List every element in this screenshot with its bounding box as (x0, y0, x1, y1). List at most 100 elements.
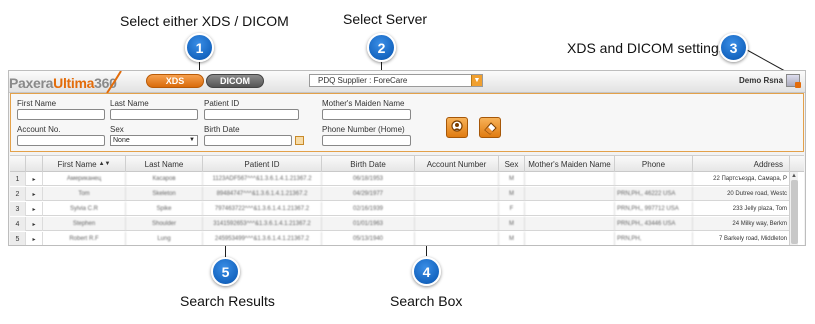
cell-last-name: Lung (126, 232, 203, 245)
expand-icon[interactable]: ▸ (26, 172, 43, 186)
table-row[interactable]: 1 ▸ Американец Касаров 1123ADF567^^^&1.3.6.1… (10, 172, 790, 186)
col-header-expand (26, 156, 43, 172)
scroll-thumb[interactable] (791, 180, 798, 244)
server-select-value: PDQ Supplier : ForeCare (318, 76, 408, 85)
table-row[interactable]: 5 ▸ Robert R.F Lung 245953499^^^&1.3.6.1.4.1… (10, 232, 790, 245)
search-box: First Name Last Name Patient ID Mother's… (10, 93, 804, 152)
search-button[interactable] (446, 117, 468, 138)
last-name-label: Last Name (110, 99, 149, 108)
callout-2-label: Select Server (343, 11, 428, 27)
cell-first-name: Stephen (43, 217, 126, 231)
callout-1-label: Select either XDS / DICOM (120, 13, 289, 29)
table-row[interactable]: 3 ▸ Sylvia C.R Spike 797463722^^^&1.3.6.1.4.… (10, 202, 790, 216)
birth-date-label: Birth Date (204, 125, 240, 134)
col-header-patient-id[interactable]: Patient ID (203, 156, 322, 172)
calendar-icon[interactable] (295, 136, 304, 145)
cell-phone: PRN,PH,, 43446 USA (615, 217, 693, 231)
col-header-row-num (10, 156, 26, 172)
last-name-input[interactable] (110, 109, 198, 120)
row-number: 4 (10, 217, 26, 231)
col-header-birth-date[interactable]: Birth Date (322, 156, 415, 172)
cell-first-name: Tom (43, 187, 126, 201)
cell-last-name: Касаров (126, 172, 203, 186)
col-header-first-name[interactable]: First Name ▲▼ (43, 156, 126, 172)
cell-account-number (415, 217, 499, 231)
birth-date-input[interactable] (204, 135, 292, 146)
sort-icon: ▲▼ (98, 161, 111, 167)
cell-phone: PRN,PH,, 997712 USA (615, 202, 693, 216)
logo-text-ultima: Ultima (53, 75, 95, 91)
dicom-button[interactable]: DICOM (206, 74, 264, 88)
scroll-up-icon[interactable]: ▲ (791, 173, 797, 179)
phone-input[interactable] (322, 135, 411, 146)
first-name-label: First Name (17, 99, 57, 108)
callout-3-marker: 3 (719, 33, 748, 62)
cell-last-name: Shoulder (126, 217, 203, 231)
col-header-last-name[interactable]: Last Name (126, 156, 203, 172)
cell-birth-date: 05/13/1940 (322, 232, 415, 245)
logo-text-paxera: Paxera (9, 75, 54, 91)
user-name: Demo Rsna (739, 76, 784, 85)
col-header-label: First Name (57, 159, 97, 169)
sex-label: Sex (110, 125, 124, 134)
cell-account-number (415, 202, 499, 216)
server-select[interactable]: PDQ Supplier : ForeCare ▼ (309, 74, 483, 87)
cell-address: 7 Barkely road, Middleton (693, 232, 790, 245)
sex-select-value: None (113, 137, 130, 144)
callout-4-marker: 4 (412, 257, 441, 286)
table-row[interactable]: 2 ▸ Tom Skeleton 89484747^^^&1.3.6.1.4.1.213… (10, 187, 790, 201)
cell-mothers-maiden (525, 232, 615, 245)
callout-2-marker: 2 (367, 33, 396, 62)
grid-scrollbar[interactable]: ▲ (789, 172, 798, 245)
expand-icon[interactable]: ▸ (26, 202, 43, 216)
cell-address: 22 Партсъезда, Самара, Р (693, 172, 790, 186)
cell-first-name: Sylvia C.R (43, 202, 126, 216)
cell-phone: PRN,PH, (615, 232, 693, 245)
callout-5-label: Search Results (180, 293, 275, 309)
cell-last-name: Spike (126, 202, 203, 216)
cell-mothers-maiden (525, 172, 615, 186)
xds-button[interactable]: XDS (146, 74, 204, 88)
callout-4-label: Search Box (390, 293, 463, 309)
chevron-down-icon[interactable]: ▼ (471, 75, 482, 86)
callout-3-label: XDS and DICOM settings (567, 40, 726, 56)
results-grid: First Name ▲▼ Last Name Patient ID Birth … (10, 155, 804, 245)
col-header-account-number[interactable]: Account Number (415, 156, 499, 172)
cell-patient-id: 3141592653^^^&1.3.6.1.4.1.21367.2 (203, 217, 322, 231)
cell-mothers-maiden (525, 187, 615, 201)
cell-sex: M (499, 232, 525, 245)
first-name-input[interactable] (17, 109, 105, 120)
mothers-maiden-input[interactable] (322, 109, 411, 120)
clear-button[interactable] (479, 117, 501, 138)
app-header: PaxeraUltima360 XDS DICOM PDQ Supplier :… (9, 71, 805, 93)
cell-phone (615, 172, 693, 186)
cell-patient-id: 1123ADF567^^^&1.3.6.1.4.1.21367.2 (203, 172, 322, 186)
sex-select[interactable]: None ▼ (110, 135, 198, 146)
expand-icon[interactable]: ▸ (26, 232, 43, 245)
chevron-down-icon: ▼ (189, 137, 195, 143)
cell-sex: F (499, 202, 525, 216)
eraser-icon (484, 122, 497, 135)
col-header-mothers-maiden[interactable]: Mother's Maiden Name (525, 156, 615, 172)
cell-birth-date: 04/29/1977 (322, 187, 415, 201)
patient-id-input[interactable] (204, 109, 299, 120)
col-header-phone[interactable]: Phone (615, 156, 693, 172)
cell-birth-date: 06/18/1953 (322, 172, 415, 186)
callout-1-marker: 1 (185, 33, 214, 62)
col-header-address[interactable]: Address (693, 156, 790, 172)
row-number: 1 (10, 172, 26, 186)
settings-icon[interactable] (786, 74, 801, 88)
expand-icon[interactable]: ▸ (26, 187, 43, 201)
col-header-sex[interactable]: Sex (499, 156, 525, 172)
account-no-input[interactable] (17, 135, 105, 146)
cell-account-number (415, 172, 499, 186)
account-no-label: Account No. (17, 125, 61, 134)
cell-phone: PRN,PH,, 46222 USA (615, 187, 693, 201)
logo-swoosh-icon (106, 71, 122, 93)
callout-5-marker: 5 (211, 257, 240, 286)
mothers-maiden-label: Mother's Maiden Name (322, 99, 405, 108)
table-row[interactable]: 4 ▸ Stephen Shoulder 3141592653^^^&1.3.6.1.4… (10, 217, 790, 231)
cell-first-name: Американец (43, 172, 126, 186)
search-person-icon (451, 120, 463, 132)
expand-icon[interactable]: ▸ (26, 217, 43, 231)
